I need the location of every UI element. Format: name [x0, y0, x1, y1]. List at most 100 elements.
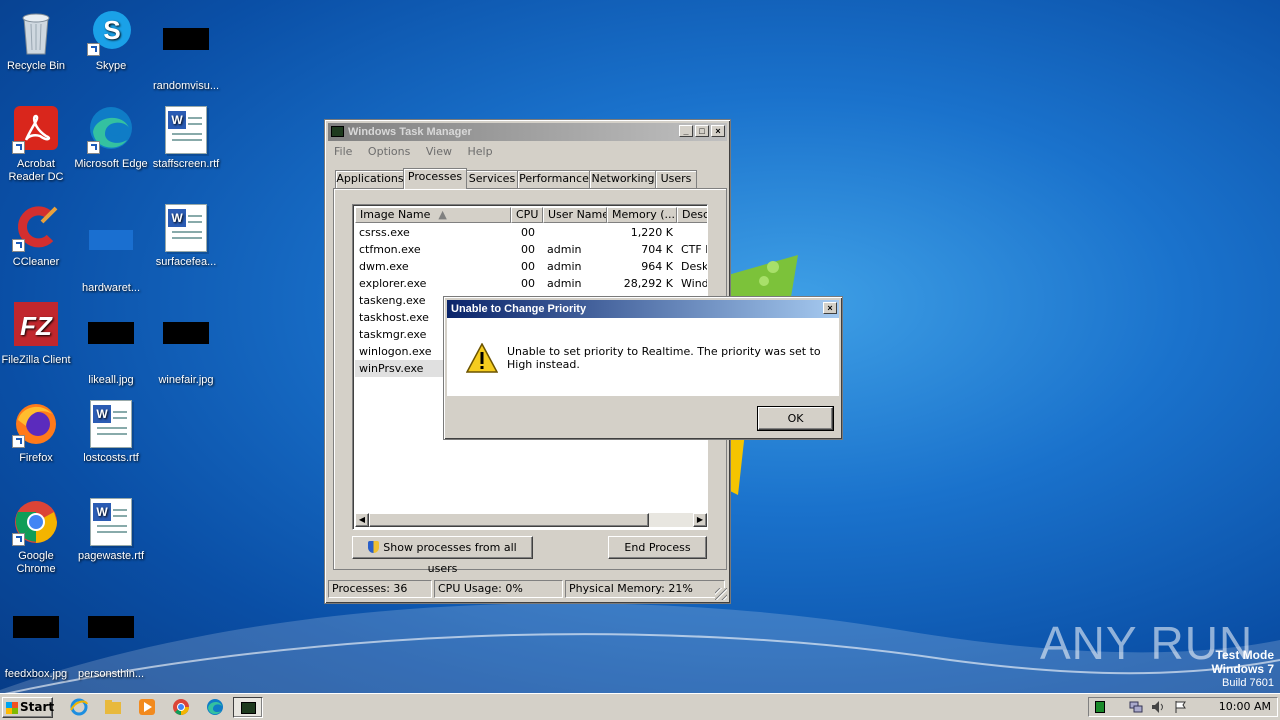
- tab-processes[interactable]: Processes: [403, 168, 467, 189]
- dialog-close-button[interactable]: ×: [823, 302, 837, 314]
- tab-performance[interactable]: Performance: [517, 170, 591, 188]
- error-dialog: Unable to Change Priority × Unable to se…: [443, 296, 843, 440]
- icon-label: Skype: [95, 60, 127, 72]
- network-icon[interactable]: [1129, 700, 1143, 714]
- cell-name: csrss.exe: [359, 226, 410, 239]
- cell-desc: Wind: [681, 277, 708, 290]
- shortcut-arrow-icon: [12, 141, 25, 154]
- icon-label: hardwaret...: [81, 282, 141, 294]
- chrome-icon: [12, 498, 60, 546]
- desktop-icon-chrome[interactable]: Google Chrome: [0, 498, 74, 576]
- dialog-titlebar[interactable]: Unable to Change Priority ×: [447, 300, 839, 318]
- cell-mem: 964 K: [641, 260, 673, 273]
- desktop-icon-ccleaner[interactable]: CCleaner: [0, 204, 74, 269]
- show-all-processes-button[interactable]: Show processes from all users: [352, 536, 533, 575]
- icon-label: Google Chrome: [16, 550, 56, 575]
- table-row[interactable]: dwm.exe 00 admin 964 K Desk: [355, 258, 707, 275]
- table-row[interactable]: csrss.exe 00 1,220 K: [355, 224, 707, 241]
- menu-file[interactable]: File: [334, 145, 352, 158]
- column-header-cpu[interactable]: CPU: [511, 207, 543, 223]
- taskbar-task-manager-button[interactable]: [233, 697, 263, 718]
- taskbar: Start 10:00 AM: [0, 693, 1280, 720]
- cell-desc: CTF L: [681, 243, 707, 256]
- svg-text:S: S: [103, 15, 120, 45]
- internet-explorer-icon[interactable]: [70, 698, 88, 716]
- ok-button[interactable]: OK: [757, 406, 834, 431]
- icon-label: randomvisu...: [152, 80, 220, 92]
- column-header-image-name[interactable]: Image Name ▲: [355, 207, 511, 223]
- volume-icon[interactable]: [1151, 700, 1165, 714]
- clock[interactable]: 10:00 AM: [1219, 700, 1271, 714]
- test-mode-watermark: Test Mode Windows 7 Build 7601: [1211, 648, 1274, 689]
- acrobat-reader-icon: [12, 106, 60, 154]
- resize-grip-icon[interactable]: [715, 588, 727, 600]
- redacted-thumbnail-icon: [162, 28, 210, 76]
- scroll-thumb[interactable]: [369, 513, 649, 527]
- desktop-icon-randomvisu[interactable]: randomvisu...: [148, 8, 224, 93]
- word-document-icon: W: [87, 400, 135, 448]
- desktop-icon-likeall[interactable]: likeall.jpg: [73, 302, 149, 387]
- desktop-icon-lostcosts[interactable]: W lostcosts.rtf: [73, 400, 149, 465]
- tab-networking[interactable]: Networking: [589, 170, 657, 188]
- shortcut-arrow-icon: [12, 239, 25, 252]
- icon-label: surfacefea...: [155, 256, 217, 268]
- task-manager-icon: [241, 702, 256, 714]
- column-header-user-name[interactable]: User Name: [543, 207, 607, 223]
- blank-file-icon: [87, 230, 135, 278]
- column-header-description[interactable]: Desc: [677, 207, 707, 223]
- desktop-icon-firefox[interactable]: Firefox: [0, 400, 74, 465]
- desktop-icon-hardwaret[interactable]: hardwaret...: [73, 204, 149, 295]
- task-manager-titlebar[interactable]: Windows Task Manager _ □ ×: [328, 123, 727, 141]
- horizontal-scrollbar[interactable]: ◀ ▶: [355, 513, 707, 527]
- warning-icon: [465, 342, 499, 376]
- icon-label: Acrobat Reader DC: [8, 158, 64, 183]
- desktop-icon-surfacefea[interactable]: W surfacefea...: [148, 204, 224, 269]
- icon-label: personsthin...: [77, 668, 145, 680]
- cell-desc: Desk: [681, 260, 708, 273]
- desktop-icon-staffscreen[interactable]: W staffscreen.rtf: [148, 106, 224, 171]
- status-processes: Processes: 36: [328, 580, 432, 598]
- scroll-right-button[interactable]: ▶: [693, 513, 707, 527]
- desktop-icon-filezilla[interactable]: FZ FileZilla Client: [0, 302, 74, 367]
- icon-label: FileZilla Client: [1, 354, 71, 366]
- redacted-thumbnail-icon: [12, 616, 60, 664]
- menu-view[interactable]: View: [426, 145, 452, 158]
- action-center-flag-icon[interactable]: [1173, 700, 1187, 714]
- start-button[interactable]: Start: [2, 697, 54, 718]
- dialog-message: Unable to set priority to Realtime. The …: [507, 345, 821, 371]
- column-header-memory[interactable]: Memory (...: [607, 207, 677, 223]
- scroll-left-button[interactable]: ◀: [355, 513, 369, 527]
- tab-applications[interactable]: Applications: [335, 170, 405, 188]
- dialog-title: Unable to Change Priority: [451, 303, 587, 315]
- end-process-button[interactable]: End Process: [608, 536, 707, 559]
- tray-green-icon[interactable]: [1095, 701, 1105, 713]
- desktop-icon-edge[interactable]: Microsoft Edge: [73, 106, 149, 171]
- icon-label: likeall.jpg: [88, 374, 134, 386]
- desktop-icon-skype[interactable]: S Skype: [73, 8, 149, 73]
- menu-help[interactable]: Help: [467, 145, 492, 158]
- desktop-icon-recycle-bin[interactable]: Recycle Bin: [0, 8, 74, 73]
- close-button[interactable]: ×: [711, 125, 725, 137]
- svg-text:FZ: FZ: [20, 311, 53, 341]
- minimize-button[interactable]: _: [679, 125, 693, 137]
- word-document-icon: W: [87, 498, 135, 546]
- tab-users[interactable]: Users: [655, 170, 697, 188]
- desktop-icon-feedxbox[interactable]: feedxbox.jpg: [0, 596, 74, 681]
- table-row[interactable]: explorer.exe 00 admin 28,292 K Wind: [355, 275, 707, 292]
- menu-options[interactable]: Options: [368, 145, 410, 158]
- desktop-icon-winefair[interactable]: winefair.jpg: [148, 302, 224, 387]
- cell-user: admin: [547, 277, 582, 290]
- media-player-icon[interactable]: [138, 698, 156, 716]
- tab-services[interactable]: Services: [465, 170, 519, 188]
- file-explorer-icon[interactable]: [104, 698, 122, 716]
- edge-taskbar-icon[interactable]: [206, 698, 224, 716]
- desktop-icon-acrobat[interactable]: Acrobat Reader DC: [0, 106, 74, 184]
- chrome-taskbar-icon[interactable]: [172, 698, 190, 716]
- table-row[interactable]: ctfmon.exe 00 admin 704 K CTF L: [355, 241, 707, 258]
- cell-mem: 1,220 K: [630, 226, 673, 239]
- cell-user: admin: [547, 243, 582, 256]
- desktop-icon-pagewaste[interactable]: W pagewaste.rtf: [73, 498, 149, 563]
- cell-cpu: 00: [521, 260, 535, 273]
- maximize-button[interactable]: □: [695, 125, 709, 137]
- desktop-icon-personsthin[interactable]: personsthin...: [73, 596, 149, 681]
